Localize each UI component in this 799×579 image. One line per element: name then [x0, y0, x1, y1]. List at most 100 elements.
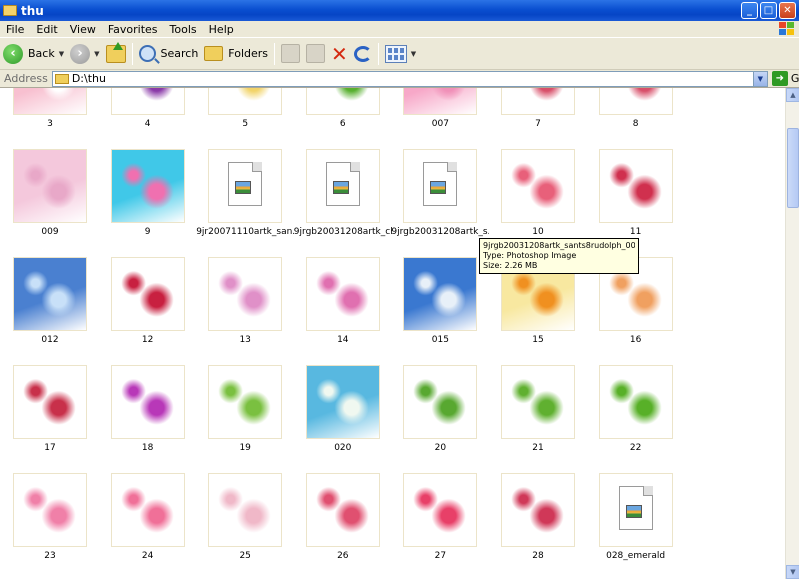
image-thumbnail[interactable] — [110, 473, 185, 547]
move-to-button[interactable] — [278, 41, 303, 67]
search-button[interactable]: Search — [136, 41, 202, 67]
minimize-button[interactable]: _ — [741, 2, 758, 19]
menu-edit[interactable]: Edit — [30, 23, 63, 36]
file-item[interactable]: 21 — [489, 365, 587, 470]
file-item[interactable]: 22 — [587, 365, 685, 470]
image-thumbnail[interactable] — [501, 149, 575, 223]
menu-file[interactable]: File — [0, 23, 30, 36]
folder-icon — [3, 5, 17, 16]
delete-button[interactable]: ✕ — [328, 41, 351, 67]
image-thumbnail[interactable] — [208, 88, 283, 115]
image-thumbnail[interactable] — [13, 365, 87, 439]
file-item[interactable]: 24 — [99, 473, 197, 578]
file-item[interactable]: 17 — [1, 365, 99, 470]
file-item-label: 24 — [141, 551, 154, 561]
image-thumbnail[interactable] — [403, 365, 478, 439]
maximize-button[interactable]: □ — [760, 2, 777, 19]
file-item[interactable]: 4 — [99, 88, 197, 146]
file-item[interactable]: 028_emerald — [587, 473, 685, 578]
file-item[interactable]: 007 — [391, 88, 489, 146]
file-item[interactable]: 19 — [196, 365, 294, 470]
file-item[interactable]: 25 — [196, 473, 294, 578]
close-button[interactable]: ✕ — [779, 2, 796, 19]
scrollbar-thumb[interactable] — [787, 128, 799, 208]
vertical-scrollbar[interactable]: ▲ ▼ — [785, 88, 799, 579]
copy-to-button[interactable] — [303, 41, 328, 67]
file-thumbnail[interactable] — [598, 473, 673, 547]
menu-view[interactable]: View — [64, 23, 102, 36]
image-thumbnail[interactable] — [598, 149, 673, 223]
back-button[interactable]: ‹ Back ▼ — [0, 41, 67, 67]
image-thumbnail[interactable] — [403, 473, 478, 547]
image-thumbnail[interactable] — [13, 88, 87, 115]
file-item[interactable]: 012 — [1, 257, 99, 362]
file-item[interactable]: 020 — [294, 365, 392, 470]
file-item[interactable]: 20 — [391, 365, 489, 470]
image-thumbnail[interactable] — [208, 257, 283, 331]
undo-button[interactable] — [351, 41, 375, 67]
file-item[interactable]: 23 — [1, 473, 99, 578]
image-thumbnail[interactable] — [598, 88, 673, 115]
file-tooltip: 9jrgb20031208artk_sants8rudolph_001 Type… — [479, 238, 639, 274]
file-item[interactable]: 26 — [294, 473, 392, 578]
image-thumbnail[interactable] — [110, 149, 185, 223]
forward-dropdown-icon[interactable]: ▼ — [94, 50, 99, 58]
image-thumbnail[interactable] — [208, 365, 283, 439]
go-button[interactable]: ➜ Go — [771, 71, 799, 86]
folders-button[interactable]: Folders — [201, 41, 271, 67]
file-item[interactable]: 12 — [99, 257, 197, 362]
image-thumbnail[interactable] — [305, 88, 380, 115]
file-item[interactable]: 9jrgb20031208artk_ch... — [294, 149, 392, 254]
views-button[interactable]: ▼ — [382, 41, 419, 67]
image-thumbnail[interactable] — [110, 257, 185, 331]
file-item[interactable]: 009 — [1, 149, 99, 254]
back-dropdown-icon[interactable]: ▼ — [59, 50, 64, 58]
image-thumbnail[interactable] — [598, 365, 673, 439]
menu-tools[interactable]: Tools — [164, 23, 203, 36]
image-thumbnail[interactable] — [110, 365, 185, 439]
file-thumbnail[interactable] — [208, 149, 283, 223]
image-thumbnail[interactable] — [13, 257, 87, 331]
file-item[interactable]: 27 — [391, 473, 489, 578]
image-thumbnail[interactable] — [305, 365, 380, 439]
image-thumbnail[interactable] — [501, 365, 575, 439]
file-item[interactable]: 5 — [196, 88, 294, 146]
file-item[interactable]: 3 — [1, 88, 99, 146]
image-thumbnail[interactable] — [13, 149, 87, 223]
image-thumbnail[interactable] — [403, 88, 478, 115]
image-thumbnail[interactable] — [208, 473, 283, 547]
image-thumbnail[interactable] — [305, 257, 380, 331]
menu-bar: File Edit View Favorites Tools Help — [0, 21, 799, 38]
image-thumbnail[interactable] — [110, 88, 185, 115]
image-thumbnail[interactable] — [501, 473, 575, 547]
file-thumbnail[interactable] — [305, 149, 380, 223]
file-thumbnail[interactable] — [403, 149, 478, 223]
file-item[interactable]: 015 — [391, 257, 489, 362]
file-item-label: 23 — [44, 551, 56, 561]
file-item[interactable]: 28 — [489, 473, 587, 578]
image-thumbnail[interactable] — [403, 257, 478, 331]
file-item[interactable]: 9jr20071110artk_san... — [196, 149, 294, 254]
file-item[interactable]: 14 — [294, 257, 392, 362]
address-field[interactable]: D:\thu ▼ — [51, 70, 768, 87]
file-item[interactable]: 18 — [99, 365, 197, 470]
file-item[interactable]: 9 — [99, 149, 197, 254]
scroll-down-icon[interactable]: ▼ — [786, 565, 799, 579]
file-item[interactable]: 6 — [294, 88, 392, 146]
up-folder-button[interactable] — [103, 41, 129, 67]
views-icon — [384, 44, 407, 63]
forward-button[interactable]: › ▼ — [67, 41, 102, 67]
views-dropdown-icon: ▼ — [410, 49, 417, 58]
address-dropdown-icon[interactable]: ▼ — [752, 71, 767, 86]
menu-favorites[interactable]: Favorites — [102, 23, 164, 36]
image-thumbnail[interactable] — [305, 473, 380, 547]
file-item[interactable]: 9jrgb20031208artk_s... — [391, 149, 489, 254]
image-thumbnail[interactable] — [13, 473, 87, 547]
file-item[interactable]: 13 — [196, 257, 294, 362]
scroll-up-icon[interactable]: ▲ — [786, 88, 799, 102]
back-arrow-icon: ‹ — [3, 43, 23, 64]
menu-help[interactable]: Help — [203, 23, 240, 36]
file-item[interactable]: 8 — [587, 88, 685, 146]
image-thumbnail[interactable] — [501, 88, 575, 115]
file-item[interactable]: 7 — [489, 88, 587, 146]
